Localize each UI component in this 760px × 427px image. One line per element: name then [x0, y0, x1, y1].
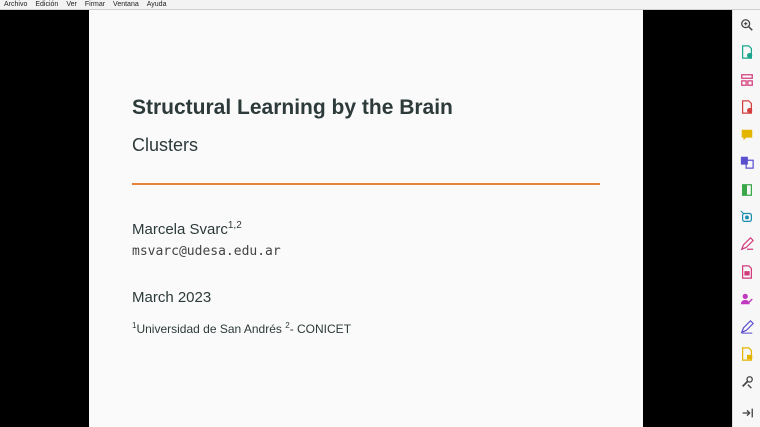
request-signature-icon[interactable]	[738, 290, 756, 308]
combine-files-icon[interactable]	[738, 153, 756, 171]
author-affiliation-marks: 1,2	[227, 220, 242, 231]
sign-pen-icon[interactable]	[738, 318, 756, 336]
affiliation-1: Universidad de San Andrés	[136, 322, 282, 336]
protect-icon[interactable]	[738, 345, 756, 363]
menu-ayuda[interactable]: Ayuda	[147, 0, 167, 10]
menu-ventana[interactable]: Ventana	[113, 0, 139, 10]
menu-firmar[interactable]: Firmar	[85, 0, 105, 10]
slide-subtitle: Clusters	[132, 135, 199, 155]
more-tools-icon[interactable]	[738, 373, 756, 391]
menu-bar: Archivo Edición Ver Firmar Ventana Ayuda	[0, 0, 760, 10]
tools-panel	[732, 10, 760, 427]
slide-title: Structural Learning by the Brain	[132, 96, 453, 119]
zoom-icon[interactable]	[738, 16, 756, 34]
viewer-background-left	[0, 10, 89, 427]
create-pdf-icon[interactable]	[738, 43, 756, 61]
organize-pages-icon[interactable]	[738, 71, 756, 89]
author-line: Marcela Svarc1,2	[132, 220, 242, 238]
author-email: msvarc@udesa.edu.ar	[132, 244, 281, 259]
menu-archivo[interactable]: Archivo	[4, 0, 27, 10]
collapse-panel-icon[interactable]	[738, 404, 756, 422]
affiliations-line: 1Universidad de San Andrés 2- CONICET	[132, 321, 351, 336]
affiliation-2: - CONICET	[289, 322, 352, 336]
document-page: Structural Learning by the Brain Cluster…	[89, 10, 643, 427]
fill-sign-icon[interactable]	[738, 235, 756, 253]
viewer-background-right	[643, 10, 732, 427]
author-name: Marcela Svarc	[132, 221, 228, 238]
comment-icon[interactable]	[738, 126, 756, 144]
menu-edicion[interactable]: Edición	[35, 0, 58, 10]
scan-icon[interactable]	[738, 208, 756, 226]
title-divider	[132, 183, 600, 185]
slide-date: March 2023	[132, 289, 212, 306]
menu-ver[interactable]: Ver	[66, 0, 77, 10]
compress-pdf-icon[interactable]	[738, 181, 756, 199]
edit-pdf-icon[interactable]	[738, 263, 756, 281]
export-pdf-icon[interactable]	[738, 98, 756, 116]
